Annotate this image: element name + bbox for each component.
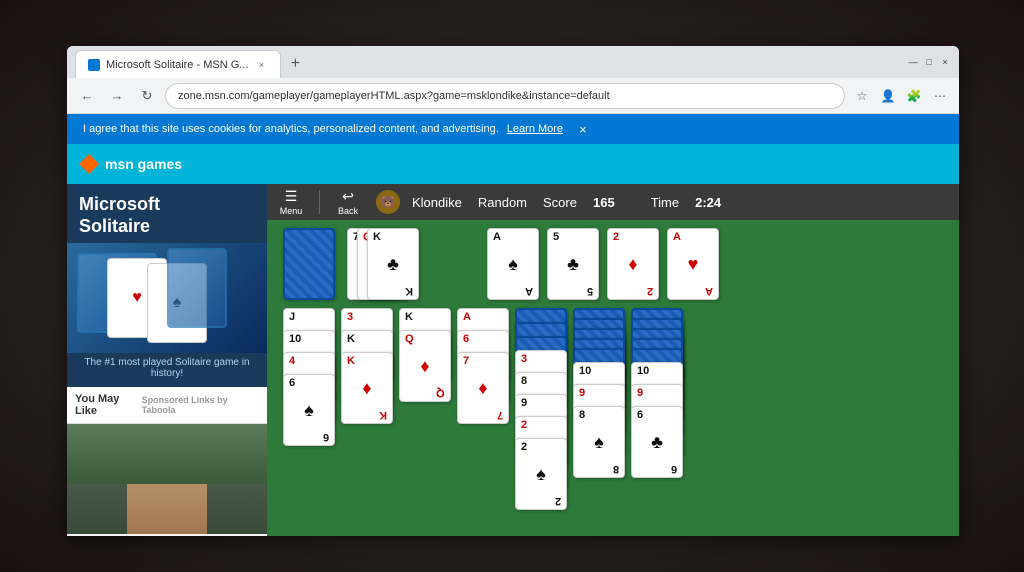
sidebar-tagline: The #1 most played Solitaire game in his… xyxy=(67,353,267,387)
foundation-hearts[interactable]: A ♥ A xyxy=(667,228,719,300)
card-game: 7 ♣ 7 Q ♦ Q K ♣ K xyxy=(267,220,959,536)
game-name: Klondike xyxy=(412,195,462,210)
tab-label: Microsoft Solitaire - MSN G... xyxy=(106,59,248,71)
tab-favicon xyxy=(88,59,100,71)
forward-button[interactable]: → xyxy=(105,84,129,108)
new-tab-button[interactable]: + xyxy=(281,50,309,78)
you-may-like-section: You May Like Sponsored Links by Taboola … xyxy=(67,387,267,536)
bookmark-icon[interactable]: ☆ xyxy=(851,85,873,107)
back-button[interactable]: ← xyxy=(75,84,99,108)
ad-title[interactable]: Remember Him? Wait 'Till You See Him Now xyxy=(67,534,267,536)
url-input[interactable]: zone.msn.com/gameplayer/gameplayerHTML.a… xyxy=(165,83,845,109)
tableau-3-card-2[interactable]: Q ♦ Q xyxy=(399,330,451,402)
active-tab[interactable]: Microsoft Solitaire - MSN G... × xyxy=(75,50,281,78)
maximize-button[interactable]: □ xyxy=(923,56,935,68)
tableau-2-card-3[interactable]: K ♦ K xyxy=(341,352,393,424)
tableau-pile-1: J ♣ J 10 ♣ 10 4 ♦ 4 xyxy=(283,308,335,508)
score-label: Score xyxy=(543,195,577,210)
game-info: Klondike Random Score 165 Time 2:24 xyxy=(412,195,721,210)
window-controls: — □ × xyxy=(907,56,951,68)
tableau-pile-6: 10 ♠ 10 9 ♦ 9 8 ♠ 8 xyxy=(573,308,625,536)
back-game-button[interactable]: ↩ Back xyxy=(332,188,364,216)
extension-icon[interactable]: 🧩 xyxy=(903,85,925,107)
tableau-pile-5: 3 ♥ 3 8 ♣ 8 9 ♠ 9 xyxy=(515,308,567,536)
foundation-clubs[interactable]: 5 ♣ 5 xyxy=(547,228,599,300)
top-row: 7 ♣ 7 Q ♦ Q K ♣ K xyxy=(275,228,951,300)
game-area: ☰ Menu ↩ Back 🐻 Klondike Random Score 16… xyxy=(267,184,959,536)
msn-logo[interactable]: msn games xyxy=(79,154,182,174)
tableau-6-card-3[interactable]: 8 ♠ 8 xyxy=(573,406,625,478)
msn-header: msn games xyxy=(67,144,959,184)
game-image: ♥ ♠ xyxy=(67,243,267,353)
back-label: Back xyxy=(338,206,358,216)
reload-button[interactable]: ↻ xyxy=(135,84,159,108)
tableau-pile-3: K ♠ K Q ♦ Q xyxy=(399,308,451,508)
title-bar: Microsoft Solitaire - MSN G... × + — □ × xyxy=(67,46,959,78)
tableau-1-card-4[interactable]: 6 ♠ 6 xyxy=(283,374,335,446)
waste-card-3[interactable]: K ♣ K xyxy=(367,228,419,300)
menu-dots-icon[interactable]: ⋯ xyxy=(929,85,951,107)
bottom-row: J ♣ J 10 ♣ 10 4 ♦ 4 xyxy=(275,308,951,536)
msn-butterfly-icon xyxy=(79,154,99,174)
cookie-banner: I agree that this site uses cookies for … xyxy=(67,114,959,144)
you-may-like-header: You May Like Sponsored Links by Taboola xyxy=(67,387,267,424)
menu-button[interactable]: ☰ Menu xyxy=(275,188,307,216)
menu-label: Menu xyxy=(280,206,303,216)
random-label[interactable]: Random xyxy=(478,195,527,210)
address-bar: ← → ↻ zone.msn.com/gameplayer/gameplayer… xyxy=(67,78,959,114)
browser-window: Microsoft Solitaire - MSN G... × + — □ ×… xyxy=(67,46,959,536)
tab-close-btn[interactable]: × xyxy=(254,58,268,72)
foundation-spades[interactable]: A ♠ A xyxy=(487,228,539,300)
time-value: 2:24 xyxy=(695,195,721,210)
sponsored-label: Sponsored Links by Taboola xyxy=(142,395,259,415)
sidebar: MicrosoftSolitaire ♥ ♠ The #1 most playe… xyxy=(67,184,267,536)
game-toolbar: ☰ Menu ↩ Back 🐻 Klondike Random Score 16… xyxy=(267,184,959,220)
time-label: Time xyxy=(651,195,679,210)
tableau-7-card-3[interactable]: 6 ♣ 6 xyxy=(631,406,683,478)
cookie-text: I agree that this site uses cookies for … xyxy=(83,123,499,135)
tab-area: Microsoft Solitaire - MSN G... × + xyxy=(75,46,895,78)
url-text: zone.msn.com/gameplayer/gameplayerHTML.a… xyxy=(178,90,610,102)
bear-icon: 🐻 xyxy=(376,190,400,214)
tableau-4-card-3[interactable]: 7 ♦ 7 xyxy=(457,352,509,424)
close-button[interactable]: × xyxy=(939,56,951,68)
stock-pile[interactable] xyxy=(283,228,335,300)
cookie-close-btn[interactable]: × xyxy=(579,122,587,137)
msn-logo-text: msn games xyxy=(105,156,182,172)
toolbar-divider-1 xyxy=(319,190,320,214)
minimize-button[interactable]: — xyxy=(907,56,919,68)
tableau-pile-2: 3 ♦ 3 K ♠ K K ♦ K xyxy=(341,308,393,508)
cookie-learn-more[interactable]: Learn More xyxy=(507,123,563,135)
score-value: 165 xyxy=(593,195,615,210)
waste-pile: 7 ♣ 7 Q ♦ Q K ♣ K xyxy=(347,228,399,300)
tableau-5-card-5[interactable]: 2 ♠ 2 xyxy=(515,438,567,510)
menu-icon: ☰ xyxy=(285,188,298,205)
profile-icon[interactable]: 👤 xyxy=(877,85,899,107)
tableau-pile-7: 10 ♣ 10 9 ♥ 9 6 ♣ 6 xyxy=(631,308,683,536)
main-content: MicrosoftSolitaire ♥ ♠ The #1 most playe… xyxy=(67,184,959,536)
tableau-pile-4: A ♦ A 6 ♦ 6 7 ♦ 7 xyxy=(457,308,509,508)
address-icons: ☆ 👤 🧩 ⋯ xyxy=(851,85,951,107)
you-may-like-label: You May Like xyxy=(75,393,142,417)
back-game-icon: ↩ xyxy=(342,188,354,205)
ad-image[interactable] xyxy=(67,424,267,534)
game-title: MicrosoftSolitaire xyxy=(67,184,267,243)
foundation-diamonds[interactable]: 2 ♦ 2 xyxy=(607,228,659,300)
